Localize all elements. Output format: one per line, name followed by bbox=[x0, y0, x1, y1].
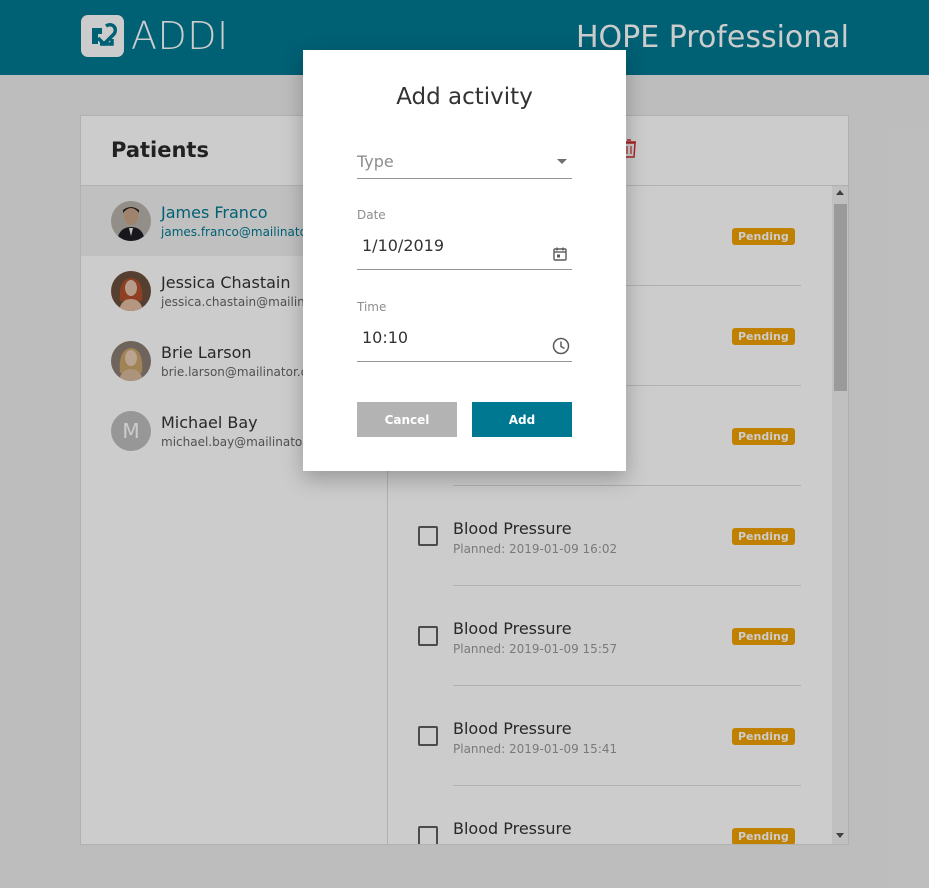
calendar-icon[interactable] bbox=[552, 246, 568, 262]
date-field[interactable]: Date 1/10/2019 bbox=[357, 208, 572, 270]
dialog-title: Add activity bbox=[396, 84, 533, 110]
type-placeholder: Type bbox=[357, 152, 394, 171]
add-activity-dialog: Add activity Type Date 1/10/2019 Time 10… bbox=[303, 50, 626, 471]
time-value[interactable]: 10:10 bbox=[362, 328, 408, 347]
add-button[interactable]: Add bbox=[472, 402, 572, 437]
date-value[interactable]: 1/10/2019 bbox=[362, 236, 444, 255]
type-select[interactable]: Type bbox=[357, 148, 572, 179]
field-underline bbox=[357, 269, 572, 270]
time-field[interactable]: Time 10:10 bbox=[357, 300, 572, 362]
cancel-button[interactable]: Cancel bbox=[357, 402, 457, 437]
time-label: Time bbox=[357, 300, 387, 314]
date-label: Date bbox=[357, 208, 386, 222]
dropdown-caret-icon[interactable] bbox=[557, 159, 567, 164]
field-underline bbox=[357, 178, 572, 179]
clock-icon[interactable] bbox=[552, 337, 570, 355]
field-underline bbox=[357, 361, 572, 362]
